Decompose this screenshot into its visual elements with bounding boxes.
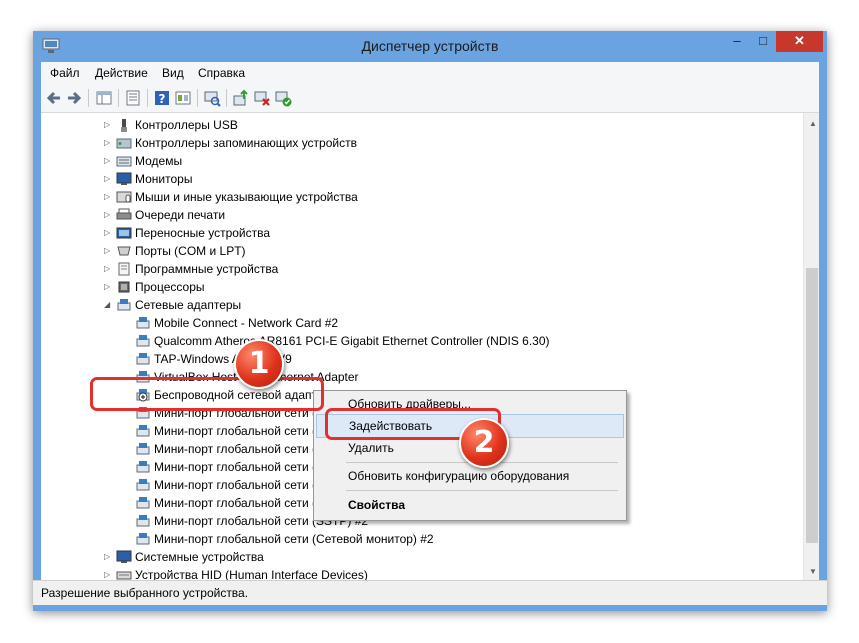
processor-icon	[118, 281, 130, 293]
usb-icon	[121, 119, 127, 132]
menu-action[interactable]: Действие	[95, 66, 148, 80]
tree-device-label: Mobile Connect - Network Card #2	[154, 316, 339, 330]
toolbar-separator	[197, 89, 198, 107]
expand-arrow-icon[interactable]: ▷	[104, 548, 114, 566]
toolbar-separator	[118, 89, 119, 107]
system-device-icon	[116, 550, 132, 563]
menu-help[interactable]: Справка	[198, 66, 245, 80]
hid-icon	[116, 571, 132, 580]
collapse-arrow-icon[interactable]: ◢	[104, 296, 114, 314]
expand-arrow-icon[interactable]: ▷	[104, 188, 114, 206]
scan-hardware-icon[interactable]	[203, 89, 221, 107]
toolbar-separator	[147, 89, 148, 107]
portable-device-icon	[116, 227, 132, 239]
tree-category-label: Системные устройства	[135, 550, 264, 564]
tree-category-label: Очереди печати	[135, 208, 226, 222]
tree-device-label: Qualcomm Atheros AR8161 PCI-E Gigabit Et…	[154, 334, 550, 348]
minimize-button[interactable]: –	[724, 31, 750, 52]
tree-device-label: Мини-порт глобальной сети (IP)	[154, 424, 332, 438]
device-manager-window: Диспетчер устройств – □ ✕ Файл Действие …	[33, 31, 827, 611]
close-button[interactable]: ✕	[776, 31, 823, 52]
expand-arrow-icon[interactable]: ▷	[104, 116, 114, 134]
title-bar[interactable]: Диспетчер устройств – □ ✕	[33, 31, 827, 62]
tree-category-label: Модемы	[135, 154, 183, 168]
toolbar-separator	[88, 89, 89, 107]
network-adapter-icon	[136, 425, 150, 437]
forward-icon[interactable]	[65, 89, 83, 107]
modem-icon	[116, 156, 132, 167]
menu-view[interactable]: Вид	[162, 66, 184, 80]
menu-item-properties[interactable]: Свойства	[316, 494, 622, 516]
expand-arrow-icon[interactable]: ▷	[104, 170, 114, 188]
monitor-icon	[116, 172, 132, 185]
expand-arrow-icon[interactable]: ▷	[104, 260, 114, 278]
tree-category-label: Программные устройства	[135, 262, 279, 276]
expand-arrow-icon[interactable]: ▷	[104, 278, 114, 296]
tree-category-label: Контроллеры запоминающих устройств	[135, 136, 357, 150]
menu-item-label: Свойства	[348, 498, 406, 512]
tree-category-label: Мыши и иные указывающие устройства	[135, 190, 358, 204]
network-adapter-icon	[136, 533, 150, 545]
tree-category-label: Мониторы	[135, 172, 193, 186]
toolbar-separator	[226, 89, 227, 107]
tree-category-label: Порты (COM и LPT)	[135, 244, 246, 258]
annotation-step-2-badge: 2	[459, 418, 509, 468]
menu-item-label: Обновить конфигурацию оборудования	[348, 469, 570, 483]
properties-grid-icon[interactable]	[95, 89, 113, 107]
vertical-scrollbar[interactable]: ▲ ▼	[803, 113, 819, 580]
port-icon	[117, 246, 131, 256]
menu-item-label: Удалить	[348, 441, 394, 455]
expand-arrow-icon[interactable]: ▷	[104, 242, 114, 260]
menu-separator	[346, 490, 618, 491]
update-driver-icon[interactable]	[232, 89, 250, 107]
scroll-down-arrow-icon[interactable]: ▼	[809, 567, 817, 576]
tree-device-label: Мини-порт глобальной сети (Сетевой монит…	[154, 532, 434, 546]
printer-icon	[116, 208, 132, 220]
expand-arrow-icon[interactable]: ▷	[104, 566, 114, 580]
status-text: Разрешение выбранного устройства.	[41, 586, 249, 600]
network-adapter-icon	[136, 335, 150, 347]
expand-arrow-icon[interactable]: ▷	[104, 134, 114, 152]
tree-category-label: Переносные устройства	[135, 226, 271, 240]
network-adapter-icon	[136, 461, 150, 473]
window-title: Диспетчер устройств	[361, 38, 499, 54]
tree-category-label: Процессоры	[135, 280, 205, 294]
menu-bar: Файл Действие Вид Справка	[41, 62, 819, 84]
view-icon[interactable]	[174, 89, 192, 107]
network-adapter-icon	[117, 299, 131, 311]
back-icon[interactable]	[45, 89, 63, 107]
network-adapter-icon	[136, 515, 150, 527]
svg-text:?: ?	[159, 92, 166, 106]
menu-file[interactable]: Файл	[50, 66, 80, 80]
network-adapter-icon	[136, 497, 150, 509]
scrollbar-thumb[interactable]	[806, 268, 818, 543]
expand-arrow-icon[interactable]: ▷	[104, 224, 114, 242]
tree-category-label: Устройства HID (Human Interface Devices)	[135, 568, 368, 580]
uninstall-device-icon[interactable]	[253, 89, 271, 107]
mouse-icon	[116, 191, 132, 203]
tree-category-label: Сетевые адаптеры	[135, 298, 242, 312]
console-tree-icon[interactable]	[124, 89, 142, 107]
software-device-icon	[118, 262, 130, 276]
annotation-callout-adapter	[90, 377, 324, 411]
scroll-up-arrow-icon[interactable]: ▲	[809, 119, 817, 128]
network-adapter-icon	[136, 353, 150, 365]
storage-icon	[116, 138, 132, 149]
help-icon[interactable]: ?	[153, 89, 171, 107]
enable-device-icon[interactable]	[274, 89, 292, 107]
maximize-button[interactable]: □	[750, 31, 776, 52]
status-bar: Разрешение выбранного устройства.	[33, 580, 827, 605]
network-adapter-icon	[136, 317, 150, 329]
toolbar: ?	[41, 84, 819, 113]
menu-item-scan-hardware[interactable]: Обновить конфигурацию оборудования	[316, 465, 622, 487]
expand-arrow-icon[interactable]: ▷	[104, 152, 114, 170]
expand-arrow-icon[interactable]: ▷	[104, 206, 114, 224]
network-adapter-icon	[136, 443, 150, 455]
network-adapter-icon	[136, 479, 150, 491]
tree-category-label: Контроллеры USB	[135, 118, 238, 132]
annotation-step-1-badge: 1	[234, 339, 284, 389]
